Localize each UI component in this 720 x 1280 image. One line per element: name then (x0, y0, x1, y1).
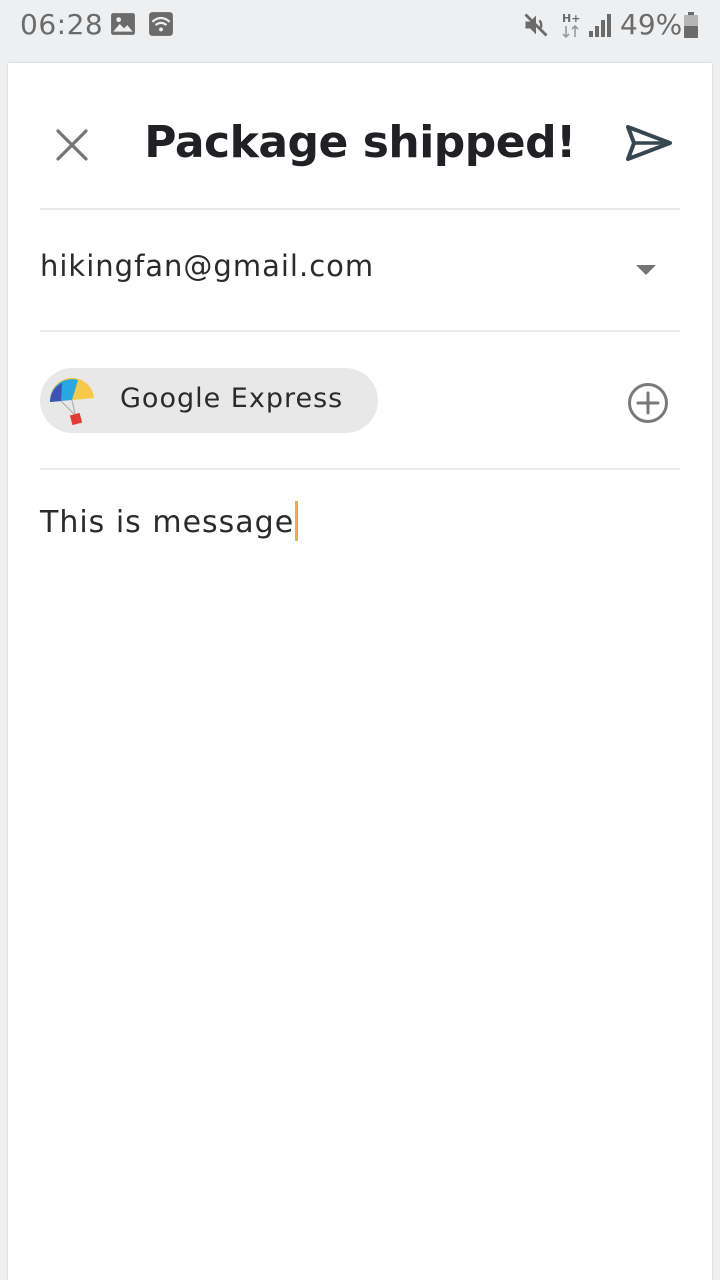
message-text: This is message (40, 505, 295, 540)
send-icon[interactable] (622, 119, 674, 167)
battery-icon (684, 12, 698, 38)
chevron-down-icon[interactable] (634, 263, 658, 277)
battery-percent: 49% (620, 8, 683, 41)
status-bar: 06:28 H+ 49% (0, 0, 720, 50)
divider (40, 468, 680, 470)
close-icon[interactable] (50, 123, 94, 167)
text-caret (295, 501, 299, 541)
google-express-logo-icon (49, 377, 94, 426)
recipient-chip[interactable]: Google Express (40, 368, 378, 433)
hplus-data-icon: H+ (562, 12, 580, 39)
svg-text:H+: H+ (562, 12, 580, 25)
signal-icon (589, 14, 611, 37)
image-icon (111, 13, 135, 35)
divider (40, 330, 680, 332)
chip-label: Google Express (120, 383, 344, 414)
account-selector[interactable]: hikingfan@gmail.com (40, 249, 374, 283)
mute-icon (524, 13, 548, 37)
compose-title: Package shipped! (144, 117, 576, 168)
compose-sheet: Package shipped! hikingfan@gmail.com Goo… (8, 63, 712, 1280)
wifi-icon (149, 12, 173, 36)
message-field[interactable]: This is message (40, 501, 299, 541)
divider (40, 208, 680, 210)
status-time: 06:28 (20, 8, 104, 41)
add-recipient-icon[interactable] (626, 381, 670, 425)
